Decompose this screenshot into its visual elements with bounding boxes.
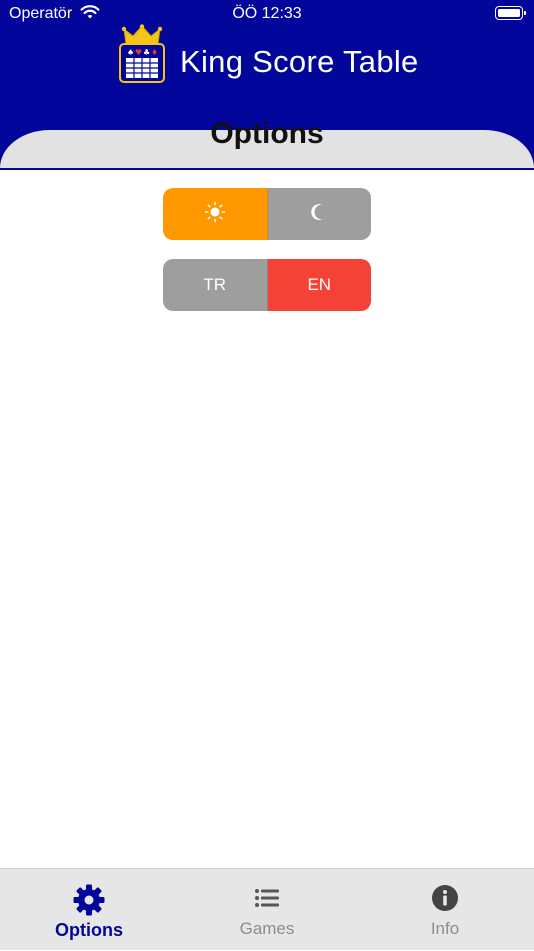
tab-options-label: Options <box>55 920 123 940</box>
tab-games-label: Games <box>239 919 295 938</box>
tab-info[interactable]: Info <box>356 869 534 951</box>
app-title: King Score Table <box>180 44 419 79</box>
battery-icon <box>495 6 526 20</box>
list-icon <box>178 883 356 918</box>
svg-text:♦: ♦ <box>151 48 158 57</box>
svg-text:♠: ♠ <box>127 48 134 57</box>
tab-bar: Options Games Info <box>0 868 534 950</box>
page-title: Options <box>210 117 324 150</box>
sun-icon <box>204 201 226 228</box>
status-bar: Operatör ÖÖ 12:33 <box>0 0 534 28</box>
tab-games[interactable]: Games <box>178 869 356 951</box>
tab-info-label: Info <box>430 919 460 938</box>
info-icon <box>356 883 534 918</box>
moon-icon <box>309 202 329 227</box>
theme-toggle <box>163 188 371 240</box>
header-divider <box>0 168 534 170</box>
tab-options[interactable]: Options <box>0 869 178 951</box>
language-en-button[interactable]: EN <box>267 259 371 311</box>
dark-theme-button[interactable] <box>267 188 371 240</box>
svg-text:♣: ♣ <box>143 48 150 57</box>
svg-text:♥: ♥ <box>135 48 142 57</box>
app-logo-icon: ♠ ♥ ♣ ♦ <box>118 24 166 89</box>
light-theme-button[interactable] <box>163 188 268 240</box>
language-tr-button[interactable]: TR <box>163 259 268 311</box>
gear-icon <box>0 883 178 922</box>
status-time: ÖÖ 12:33 <box>232 5 302 22</box>
language-toggle: TR EN <box>163 259 371 311</box>
